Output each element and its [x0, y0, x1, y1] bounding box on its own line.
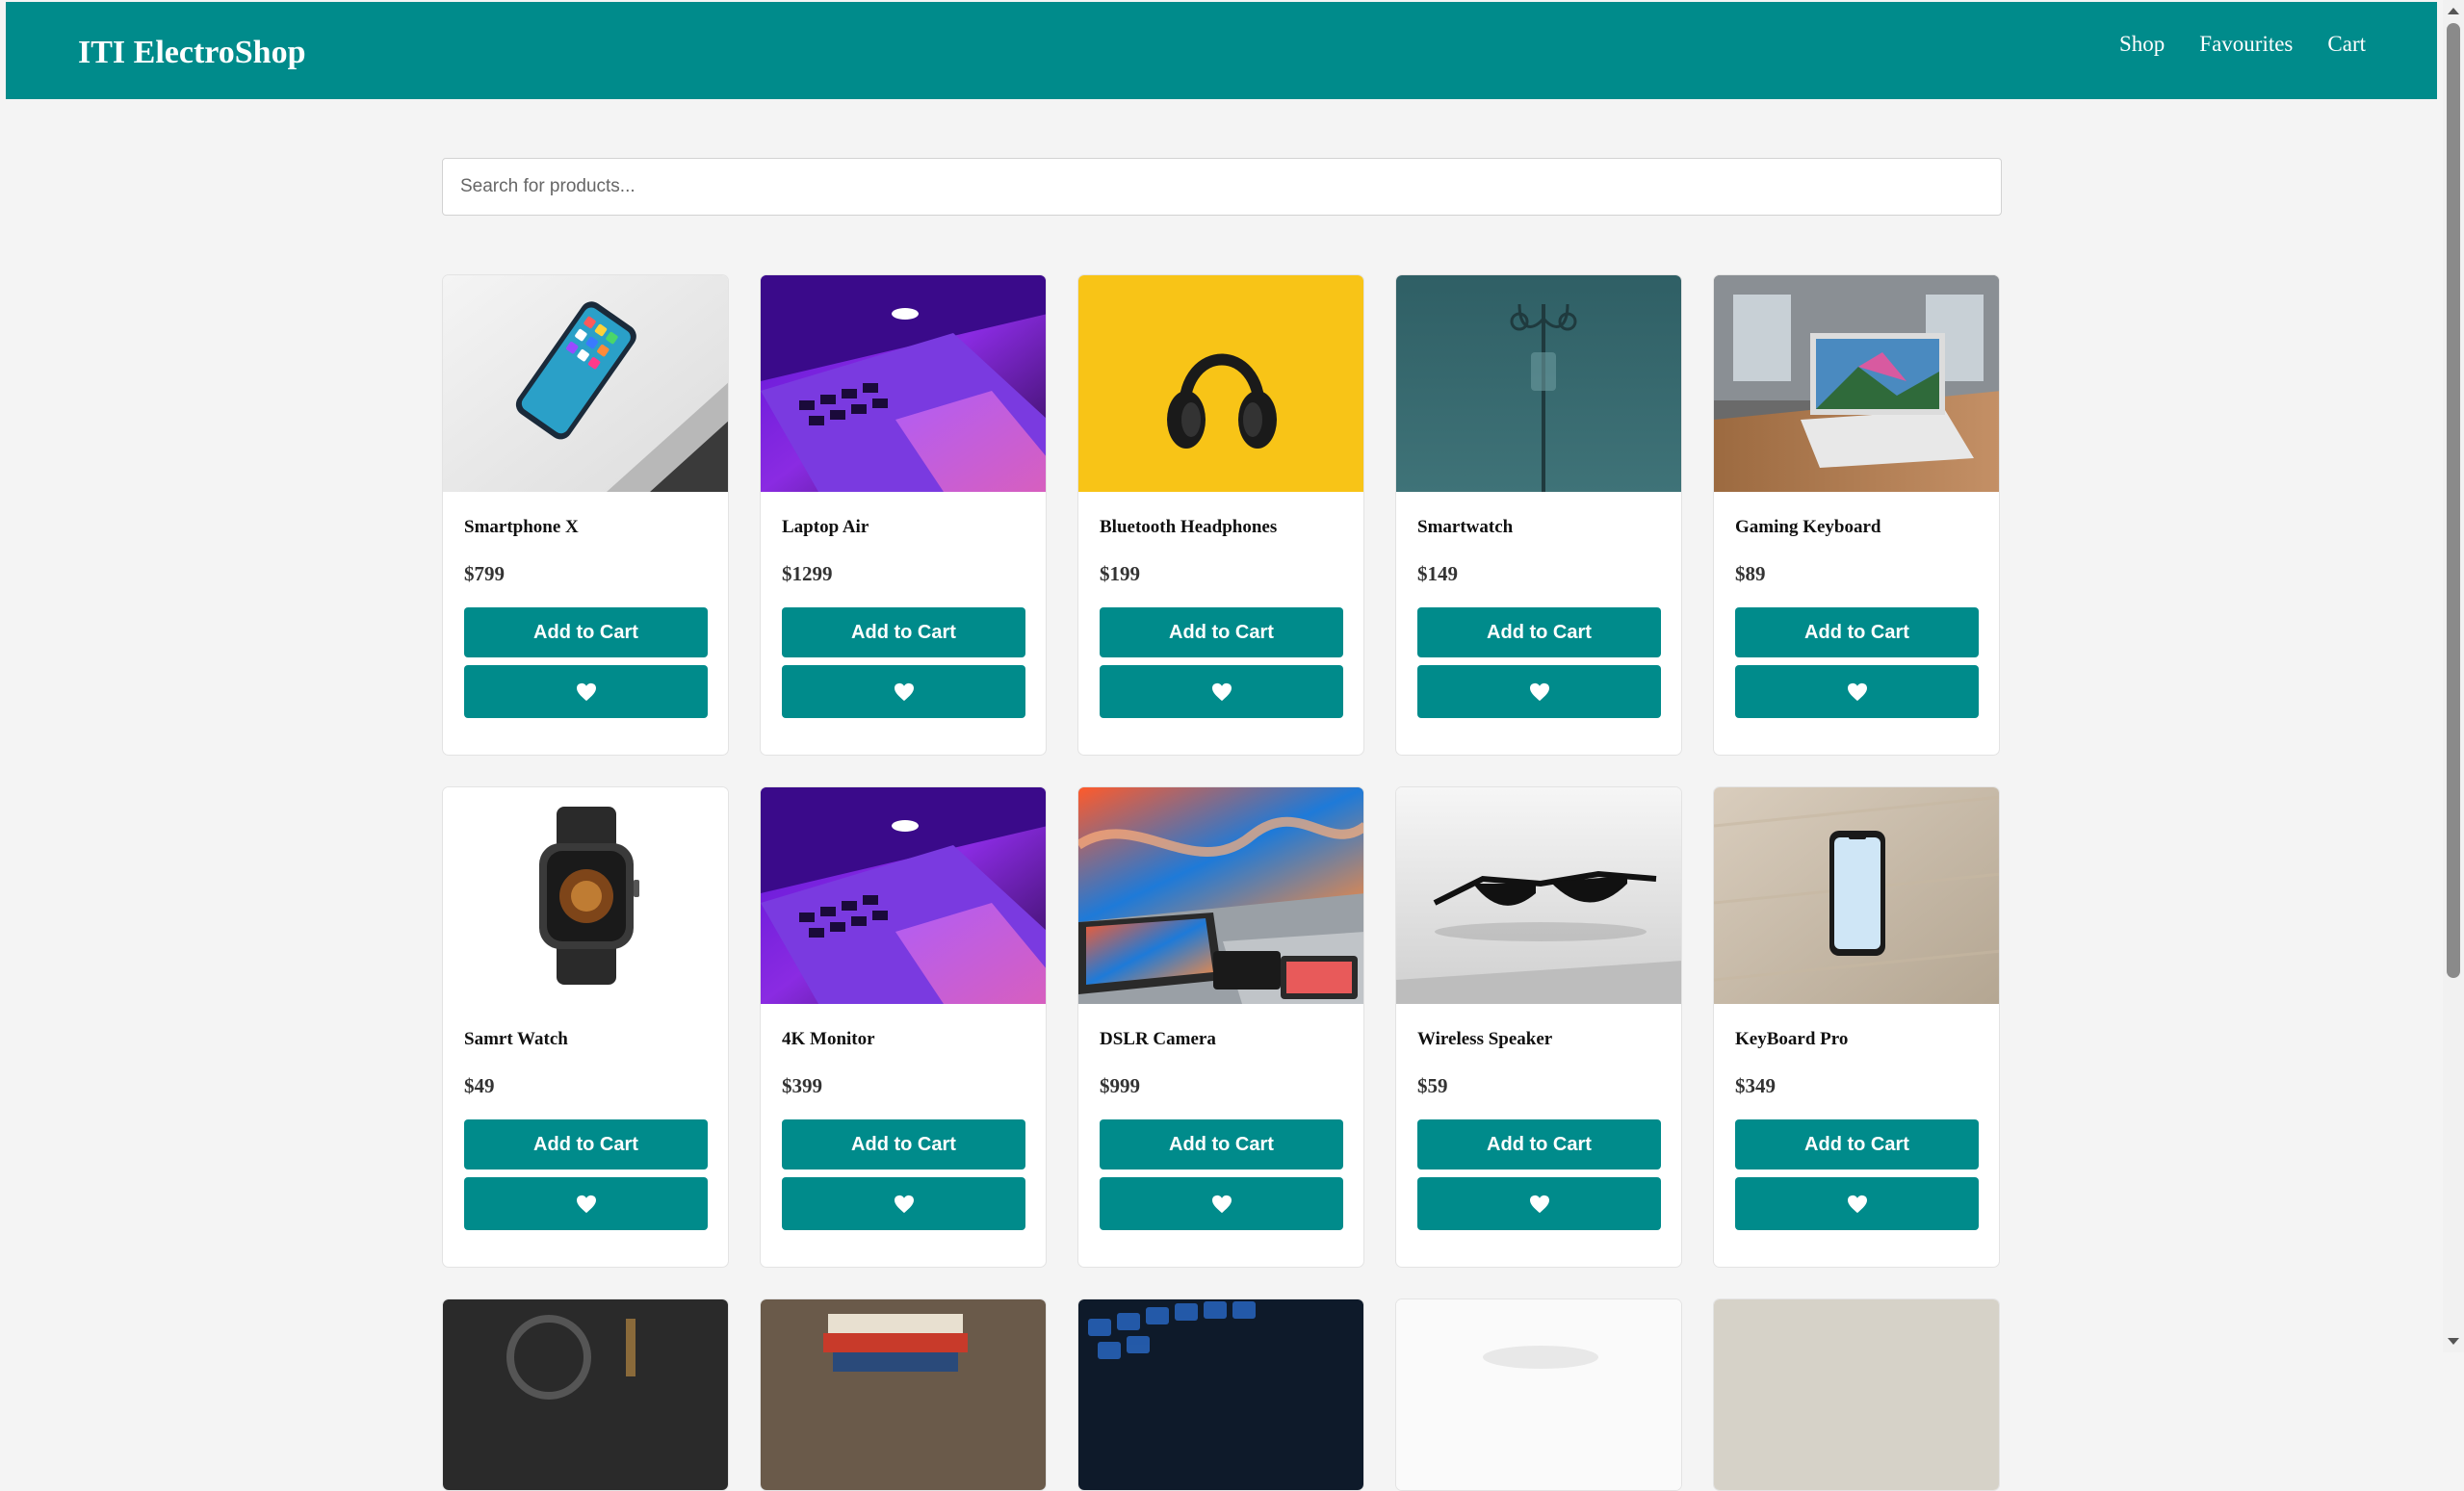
favourite-button[interactable]	[1417, 665, 1661, 718]
product-name: Samrt Watch	[464, 1029, 568, 1049]
add-to-cart-button[interactable]: Add to Cart	[464, 607, 708, 657]
favourite-button[interactable]	[1100, 665, 1343, 718]
product-name: Laptop Air	[782, 517, 869, 537]
add-to-cart-button[interactable]: Add to Cart	[1417, 607, 1661, 657]
product-card: Bluetooth Headphones $199 Add to Cart	[1077, 274, 1364, 756]
product-price: $349	[1735, 1074, 1776, 1097]
product-card	[442, 1298, 729, 1491]
scroll-up-icon[interactable]	[2448, 8, 2459, 14]
speaker-image[interactable]	[443, 1299, 728, 1490]
heart-icon	[576, 682, 596, 701]
product-card: Smartwatch $149 Add to Cart	[1395, 274, 1682, 756]
add-to-cart-button[interactable]: Add to Cart	[1735, 607, 1979, 657]
white-product-image[interactable]	[1396, 1299, 1681, 1490]
product-price: $399	[782, 1074, 822, 1097]
product-name: 4K Monitor	[782, 1029, 875, 1049]
product-price: $799	[464, 562, 505, 585]
heart-icon	[1529, 682, 1549, 701]
smartwatch-image[interactable]	[443, 787, 728, 1004]
laptop-image[interactable]	[761, 787, 1046, 1004]
heart-icon	[1211, 1195, 1232, 1213]
product-price: $1299	[782, 562, 833, 585]
product-card: Gaming Keyboard $89 Add to Cart	[1713, 274, 2000, 756]
search-input[interactable]	[442, 158, 2002, 216]
product-price: $49	[464, 1074, 495, 1097]
product-price: $89	[1735, 562, 1766, 585]
smartphone-image[interactable]	[443, 275, 728, 492]
laptop-image[interactable]	[761, 275, 1046, 492]
product-price: $999	[1100, 1074, 1140, 1097]
scroll-thumb[interactable]	[2447, 23, 2460, 978]
favourite-button[interactable]	[782, 665, 1025, 718]
product-price: $149	[1417, 562, 1458, 585]
add-to-cart-button[interactable]: Add to Cart	[782, 1119, 1025, 1170]
add-to-cart-button[interactable]: Add to Cart	[1735, 1119, 1979, 1170]
sunglasses-image[interactable]	[1396, 787, 1681, 1004]
product-grid: Smartphone X $799 Add to Cart Laptop Air…	[442, 274, 2002, 1491]
product-card: Wireless Speaker $59 Add to Cart	[1395, 786, 1682, 1268]
top-navbar: ITI ElectroShop Shop Favourites Cart	[6, 2, 2437, 99]
favourite-button[interactable]	[1735, 665, 1979, 718]
product-price: $199	[1100, 562, 1140, 585]
heart-icon	[1847, 682, 1867, 701]
add-to-cart-button[interactable]: Add to Cart	[782, 607, 1025, 657]
product-card	[760, 1298, 1047, 1491]
product-name: DSLR Camera	[1100, 1029, 1216, 1049]
nav-links: Shop Favourites Cart	[2119, 32, 2366, 57]
product-card: Smartphone X $799 Add to Cart	[442, 274, 729, 756]
product-name: Bluetooth Headphones	[1100, 517, 1278, 537]
product-name: Gaming Keyboard	[1735, 517, 1881, 537]
product-card	[1395, 1298, 1682, 1491]
headphones-image[interactable]	[1078, 275, 1363, 492]
heart-icon	[1529, 1195, 1549, 1213]
product-card	[1077, 1298, 1364, 1491]
favourite-button[interactable]	[782, 1177, 1025, 1230]
product-card: DSLR Camera $999 Add to Cart	[1077, 786, 1364, 1268]
favourite-button[interactable]	[464, 665, 708, 718]
add-to-cart-button[interactable]: Add to Cart	[1100, 607, 1343, 657]
heart-icon	[894, 1195, 914, 1213]
brand-logo[interactable]: ITI ElectroShop	[78, 35, 305, 71]
product-card: 4K Monitor $399 Add to Cart	[760, 786, 1047, 1268]
product-name: Smartphone X	[464, 517, 579, 537]
favourite-button[interactable]	[1100, 1177, 1343, 1230]
product-name: Smartwatch	[1417, 517, 1514, 537]
heart-icon	[894, 682, 914, 701]
books-image[interactable]	[761, 1299, 1046, 1490]
product-card: Laptop Air $1299 Add to Cart	[760, 274, 1047, 756]
nav-link-shop[interactable]: Shop	[2119, 32, 2165, 57]
product-name: Wireless Speaker	[1417, 1029, 1553, 1049]
product-card: KeyBoard Pro $349 Add to Cart	[1713, 786, 2000, 1268]
keyboard-image[interactable]	[1078, 1299, 1363, 1490]
favourite-button[interactable]	[1417, 1177, 1661, 1230]
favourite-button[interactable]	[1735, 1177, 1979, 1230]
heart-icon	[1211, 682, 1232, 701]
heart-icon	[576, 1195, 596, 1213]
heart-icon	[1847, 1195, 1867, 1213]
beige-product-image[interactable]	[1714, 1299, 1999, 1490]
phone-on-wood-image[interactable]	[1714, 787, 1999, 1004]
scroll-down-icon[interactable]	[2448, 1338, 2459, 1345]
product-card	[1713, 1298, 2000, 1491]
product-name: KeyBoard Pro	[1735, 1029, 1849, 1049]
iv-stand-image[interactable]	[1396, 275, 1681, 492]
laptop-desk-image[interactable]	[1714, 275, 1999, 492]
scrollbar[interactable]	[2443, 0, 2464, 1352]
favourite-button[interactable]	[464, 1177, 708, 1230]
devices-image[interactable]	[1078, 787, 1363, 1004]
nav-link-cart[interactable]: Cart	[2327, 32, 2366, 57]
nav-link-favourites[interactable]: Favourites	[2199, 32, 2293, 57]
add-to-cart-button[interactable]: Add to Cart	[1417, 1119, 1661, 1170]
product-card: Samrt Watch $49 Add to Cart	[442, 786, 729, 1268]
product-price: $59	[1417, 1074, 1448, 1097]
add-to-cart-button[interactable]: Add to Cart	[1100, 1119, 1343, 1170]
add-to-cart-button[interactable]: Add to Cart	[464, 1119, 708, 1170]
